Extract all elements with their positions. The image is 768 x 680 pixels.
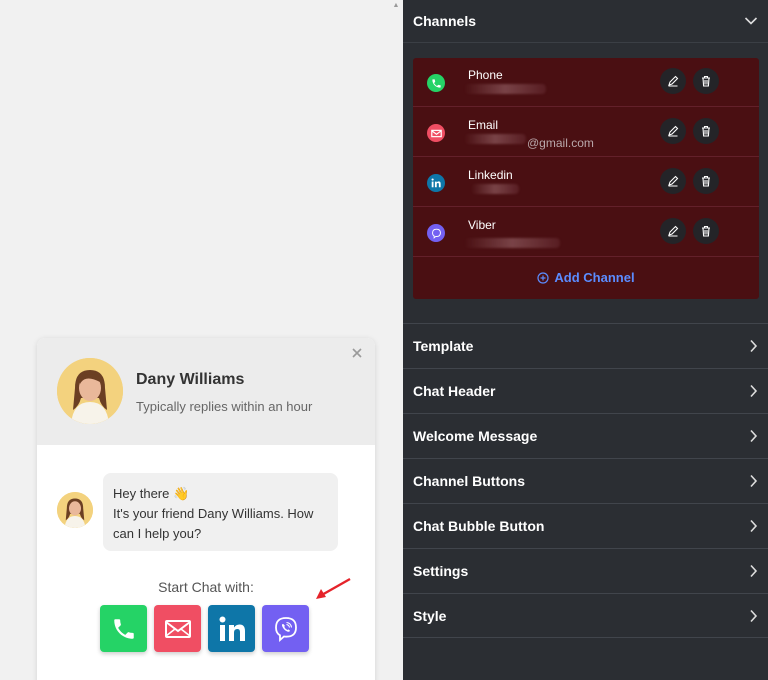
viber-icon bbox=[274, 616, 297, 642]
settings-panel: Channels Phone Email @gmail.com Linkedin… bbox=[403, 0, 768, 680]
welcome-message-line2: It's your friend Dany Williams. How can … bbox=[113, 506, 314, 541]
delete-phone-button[interactable] bbox=[693, 68, 719, 94]
section-title: Chat Bubble Button bbox=[413, 518, 545, 534]
channel-value-linkedin-redacted bbox=[471, 184, 519, 194]
phone-icon bbox=[427, 74, 445, 92]
welcome-message-bubble: Hey there 👋 It's your friend Dany Willia… bbox=[103, 473, 338, 551]
trash-icon bbox=[702, 75, 710, 87]
edit-icon bbox=[668, 175, 679, 187]
edit-icon bbox=[668, 225, 679, 237]
trash-icon bbox=[702, 175, 710, 187]
channel-row-email: Email @gmail.com bbox=[413, 108, 759, 157]
agent-avatar bbox=[57, 358, 123, 424]
channel-row-linkedin: Linkedin bbox=[413, 158, 759, 207]
edit-email-button[interactable] bbox=[660, 118, 686, 144]
channel-value-email-redacted bbox=[464, 134, 526, 144]
edit-phone-button[interactable] bbox=[660, 68, 686, 94]
email-icon bbox=[164, 619, 191, 638]
widget-preview: ▲ Dany Williams Typically replies within… bbox=[0, 0, 403, 680]
edit-viber-button[interactable] bbox=[660, 218, 686, 244]
section-title: Channel Buttons bbox=[413, 473, 525, 489]
viber-icon bbox=[427, 224, 445, 242]
add-channel-button[interactable]: Add Channel bbox=[413, 270, 759, 285]
linkedin-icon bbox=[219, 616, 245, 641]
channels-title: Channels bbox=[413, 13, 477, 29]
chevron-right-icon bbox=[750, 429, 758, 443]
linkedin-icon bbox=[427, 174, 445, 192]
plus-circle-icon bbox=[537, 271, 550, 284]
section-template[interactable]: Template bbox=[403, 323, 768, 368]
section-title: Welcome Message bbox=[413, 428, 538, 444]
chevron-right-icon bbox=[750, 474, 758, 488]
channel-value-phone-redacted bbox=[464, 84, 546, 94]
viber-channel-button[interactable] bbox=[262, 605, 309, 652]
channel-label-email: Email bbox=[468, 118, 499, 132]
channel-row-phone: Phone bbox=[413, 58, 759, 107]
widget-header: Dany Williams Typically replies within a… bbox=[37, 338, 375, 445]
agent-status: Typically replies within an hour bbox=[136, 399, 313, 414]
chevron-right-icon bbox=[750, 564, 758, 578]
chevron-right-icon bbox=[750, 519, 758, 533]
channels-section-header[interactable]: Channels bbox=[403, 0, 768, 43]
chat-widget: Dany Williams Typically replies within a… bbox=[37, 338, 375, 680]
channel-label-phone: Phone bbox=[468, 68, 503, 82]
section-title: Chat Header bbox=[413, 383, 496, 399]
scroll-up-icon[interactable]: ▲ bbox=[392, 2, 400, 10]
edit-icon bbox=[668, 125, 679, 137]
section-channel-buttons[interactable]: Channel Buttons bbox=[403, 458, 768, 503]
delete-viber-button[interactable] bbox=[693, 218, 719, 244]
channel-label-linkedin: Linkedin bbox=[468, 168, 513, 182]
section-settings[interactable]: Settings bbox=[403, 548, 768, 593]
section-welcome-message[interactable]: Welcome Message bbox=[403, 413, 768, 458]
channels-list: Phone Email @gmail.com Linkedin Viber Ad… bbox=[413, 58, 759, 299]
chevron-down-icon bbox=[744, 17, 758, 25]
channel-value-viber-redacted bbox=[464, 238, 560, 248]
phone-icon bbox=[113, 618, 134, 639]
chevron-right-icon bbox=[750, 609, 758, 622]
channel-label-viber: Viber bbox=[468, 218, 496, 232]
welcome-message-line1: Hey there 👋 bbox=[113, 486, 190, 501]
agent-name: Dany Williams bbox=[136, 371, 245, 388]
phone-channel-button[interactable] bbox=[100, 605, 147, 652]
email-icon bbox=[427, 124, 445, 142]
section-chat-bubble-button[interactable]: Chat Bubble Button bbox=[403, 503, 768, 548]
section-chat-header[interactable]: Chat Header bbox=[403, 368, 768, 413]
trash-icon bbox=[702, 225, 710, 237]
red-pointer-arrow-icon bbox=[316, 577, 351, 599]
close-icon[interactable] bbox=[351, 347, 363, 359]
edit-linkedin-button[interactable] bbox=[660, 168, 686, 194]
add-channel-label: Add Channel bbox=[554, 270, 635, 285]
trash-icon bbox=[702, 125, 710, 137]
channel-row-viber: Viber bbox=[413, 208, 759, 257]
section-title: Style bbox=[413, 607, 447, 624]
section-style[interactable]: Style bbox=[403, 593, 768, 638]
chevron-right-icon bbox=[750, 384, 758, 398]
edit-icon bbox=[668, 75, 679, 87]
delete-linkedin-button[interactable] bbox=[693, 168, 719, 194]
section-title: Template bbox=[413, 338, 474, 354]
linkedin-channel-button[interactable] bbox=[208, 605, 255, 652]
email-channel-button[interactable] bbox=[154, 605, 201, 652]
chevron-right-icon bbox=[750, 339, 758, 353]
channel-value-email-domain: @gmail.com bbox=[527, 136, 594, 150]
message-avatar bbox=[57, 492, 93, 528]
delete-email-button[interactable] bbox=[693, 118, 719, 144]
channel-buttons bbox=[100, 605, 309, 652]
section-title: Settings bbox=[413, 563, 469, 579]
